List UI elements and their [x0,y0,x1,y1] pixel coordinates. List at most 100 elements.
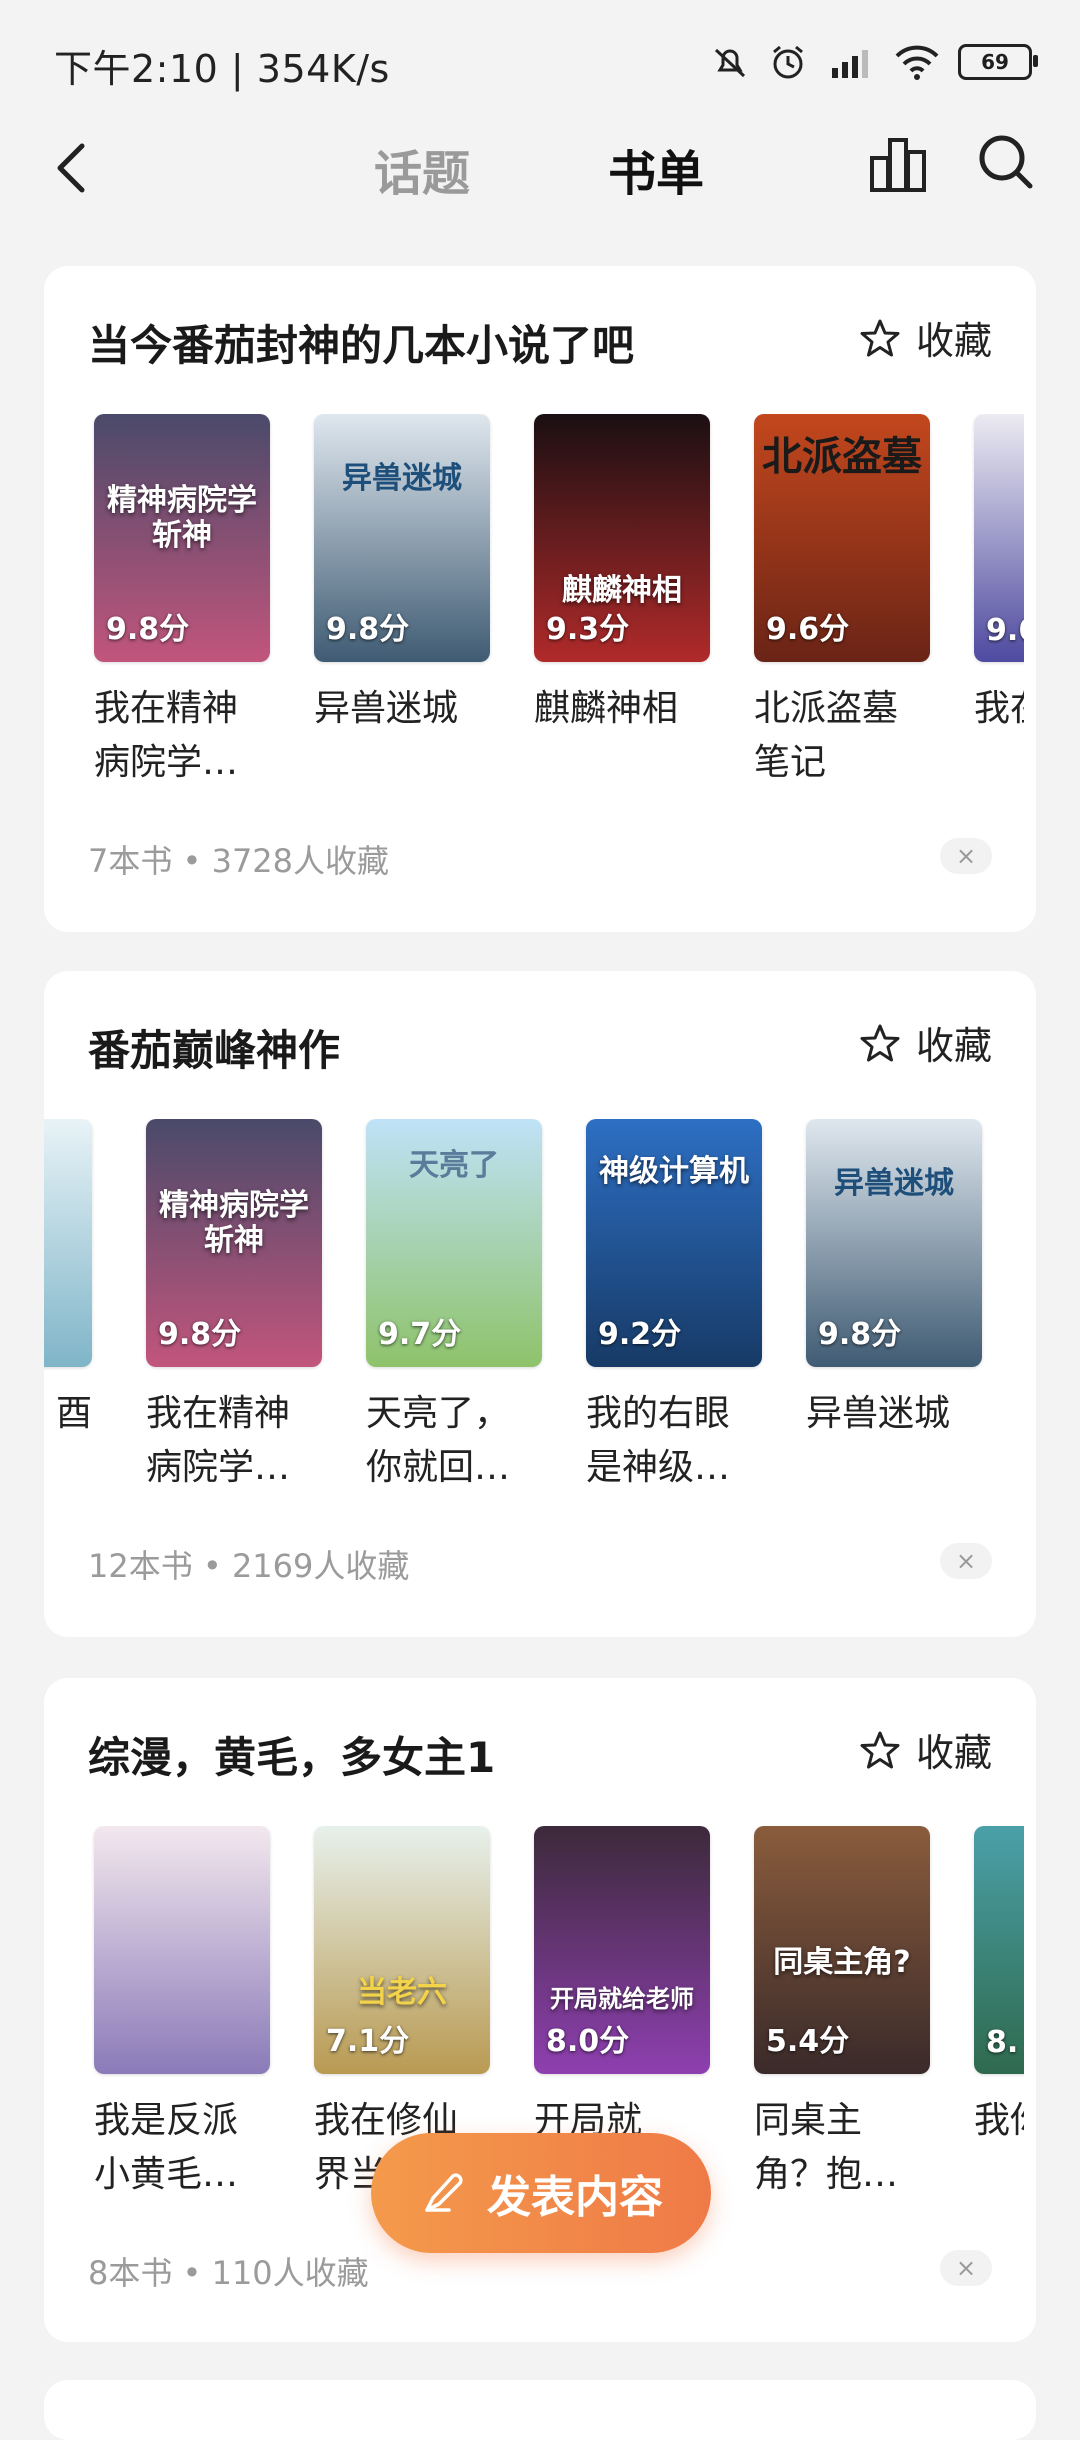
favorite-button[interactable]: 收藏 [860,1015,992,1070]
wifi-icon [895,45,939,80]
favorite-button[interactable]: 收藏 [860,310,992,365]
ranking-icon[interactable] [866,132,930,196]
battery-icon: 69 [958,44,1038,80]
book-score: 9.8分 [326,612,410,647]
book-title: 天亮了，你就回… [366,1393,511,1488]
book-score: 5.4分 [766,2024,850,2059]
book-title: 异兽迷城 [314,688,459,729]
star-icon [860,1731,900,1768]
star-icon [860,319,900,356]
booklist-title: 综漫，黄毛，多女主1 [88,1733,496,1782]
dismiss-button[interactable]: × [940,1543,992,1579]
book-title: 我你… [974,2100,1024,2141]
star-icon [860,1024,900,1061]
cover-text: 开局就给老师 [550,1985,694,2013]
book-score: 9.7分 [378,1317,462,1352]
book-title: 北派盗墓笔记 [754,688,899,783]
booklist-meta: 7本书 • 3728人收藏 [88,842,390,880]
booklist-title: 当今番茄封神的几本小说了吧 [88,321,635,370]
book-item[interactable]: 神级计算机 9.2分 我的右眼是神级… [586,1119,766,1495]
cover-text: 异兽迷城 [834,1166,954,1201]
book-title: 麒麟神相 [534,688,679,729]
booklist-card[interactable] [44,2380,1036,2440]
book-score: 8. [986,2025,1019,2060]
book-cover: 麒麟神相 9.3分 [534,414,710,662]
book-title: 我在精神病院学… [94,688,239,783]
cover-text: 同桌主角? [773,1945,911,1980]
book-cover [94,1826,270,2074]
book-title: 同桌主角？抱… [754,2100,899,2195]
book-cover: 天亮了 9.7分 [366,1119,542,1367]
status-time: 下午2:10 | 354K/s [54,47,390,91]
book-item[interactable]: 麒麟神相 9.3分 麒麟神相 [534,414,714,736]
book-cover: 北派盗墓 9.6分 [754,414,930,662]
book-cover: 9.6 [974,414,1024,662]
book-cover: 8. [974,1826,1024,2074]
book-cover: 异兽迷城 9.8分 [806,1119,982,1367]
book-cover: 神级计算机 9.2分 [586,1119,762,1367]
book-item[interactable]: 同桌主角? 5.4分 同桌主角？抱… [754,1826,934,2202]
book-title: 我在世… [974,688,1024,729]
alarm-icon [773,45,803,79]
book-title: 我的右眼是神级… [586,1393,731,1488]
post-content-button[interactable]: 发表内容 [371,2133,711,2253]
book-score: 9.6分 [766,612,850,647]
favorite-label: 收藏 [915,1024,992,1068]
tab-booklist[interactable]: 书单 [608,134,704,204]
book-cover: 精神病院学斩神 9.8分 [146,1119,322,1367]
book-item[interactable]: 我是反派小黄毛… [94,1826,274,2202]
book-item[interactable]: 精神病院学斩神 9.8分 我在精神病院学… [94,414,274,790]
book-score: 9.3分 [546,612,630,647]
book-item[interactable]: 异兽迷城 9.8分 异兽迷城 [806,1119,986,1441]
dismiss-button[interactable]: × [940,2250,992,2286]
book-cover: 当老六 7.1分 [314,1826,490,2074]
book-item[interactable]: 北派盗墓 9.6分 北派盗墓笔记 [754,414,934,790]
book-score: 9.8分 [818,1317,902,1352]
pen-icon [425,2173,463,2212]
favorite-button[interactable]: 收藏 [860,1722,992,1777]
book-item[interactable]: 精神病院学斩神 9.8分 我在精神病院学… [146,1119,326,1495]
nav-bar: 话题 书单 [0,120,1080,220]
book-item[interactable]: 酉 [44,1119,96,1441]
book-cover: 异兽迷城 9.8分 [314,414,490,662]
cover-text: 异兽迷城 [342,461,462,496]
cover-text: 精神病院学斩神 [107,483,257,553]
booklist-meta: 8本书 • 110人收藏 [88,2254,369,2292]
book-score: 9.6 [986,613,1024,648]
book-cover [44,1119,92,1367]
cover-text: 天亮了 [409,1148,499,1183]
back-arrow-icon[interactable] [44,138,104,198]
book-title: 酉 [55,1393,92,1434]
booklist-card[interactable]: 当今番茄封神的几本小说了吧 收藏 精神病院学斩神 9.8分 我在精神病院学… 异… [44,266,1036,932]
signal-icon [832,50,868,78]
book-cover: 同桌主角? 5.4分 [754,1826,930,2074]
book-item[interactable]: 8. 我你… [974,1826,1024,2148]
cover-text: 当老六 [357,1975,447,2010]
cover-text: 北派盗墓 [762,434,922,480]
book-title: 异兽迷城 [806,1393,951,1434]
book-item[interactable]: 天亮了 9.7分 天亮了，你就回… [366,1119,546,1495]
book-row: 酉 精神病院学斩神 9.8分 我在精神病院学… 天亮了 9.7分 天亮了，你就回… [44,1119,1024,1519]
book-item[interactable]: 9.6 我在世… [974,414,1024,736]
book-row: 精神病院学斩神 9.8分 我在精神病院学… 异兽迷城 9.8分 异兽迷城 麒麟神… [44,414,1024,814]
book-score: 7.1分 [326,2024,410,2059]
favorite-label: 收藏 [915,1731,992,1775]
dismiss-button[interactable]: × [940,838,992,874]
book-cover: 开局就给老师 8.0分 [534,1826,710,2074]
search-icon[interactable] [974,130,1038,194]
cover-text: 精神病院学斩神 [159,1188,309,1258]
booklist-card[interactable]: 番茄巅峰神作 收藏 酉 精神病院学斩神 9.8分 我在精神病院学… 天亮了 9.… [44,971,1036,1637]
book-item[interactable]: 异兽迷城 9.8分 异兽迷城 [314,414,494,736]
status-icons: 69 [710,36,1038,88]
post-content-label: 发表内容 [487,2172,663,2223]
cover-text: 神级计算机 [599,1154,749,1189]
book-score: 8.0分 [546,2024,630,2059]
book-cover: 精神病院学斩神 9.8分 [94,414,270,662]
book-score: 9.8分 [158,1317,242,1352]
book-score: 9.8分 [106,612,190,647]
tab-topic[interactable]: 话题 [374,134,470,204]
favorite-label: 收藏 [915,319,992,363]
status-bar: 下午2:10 | 354K/s 69 [0,0,1080,120]
book-title: 我是反派小黄毛… [94,2100,239,2195]
book-title: 我在精神病院学… [146,1393,291,1488]
